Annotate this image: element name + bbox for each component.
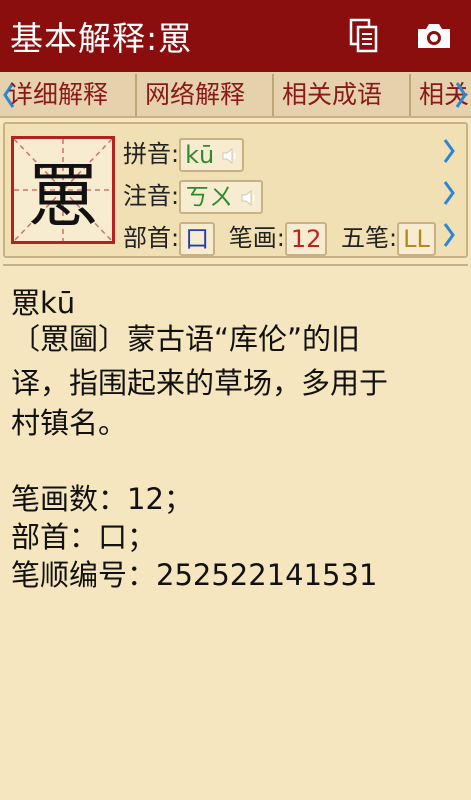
explanation-line: 笔画数：12； bbox=[11, 482, 193, 516]
chevron-right-icon[interactable] bbox=[442, 136, 456, 166]
tab-divider bbox=[135, 74, 137, 116]
tab-idioms[interactable]: 相关成语 bbox=[282, 76, 382, 114]
explanation-panel: 罳kū 〔罳圙〕蒙古语“库伦”的旧 译，指围起来的草场，多用于 村镇名。 笔画数… bbox=[3, 264, 468, 796]
pinyin-value[interactable]: kū bbox=[179, 138, 244, 172]
wubi-label: 五笔: bbox=[341, 224, 398, 252]
tab-detail[interactable]: 详细解释 bbox=[8, 76, 108, 114]
strokes-label: 笔画: bbox=[228, 224, 285, 252]
explanation-line: 部首：口； bbox=[11, 520, 157, 554]
speaker-icon bbox=[222, 147, 236, 165]
character-grid-box: 罳 bbox=[11, 136, 115, 244]
character-glyph: 罳 bbox=[28, 154, 98, 237]
chevron-right-icon[interactable] bbox=[454, 80, 468, 110]
chevron-right-icon[interactable] bbox=[442, 178, 456, 208]
radical-strokes-row: 部首: 口 笔画: 12 五笔: LL bbox=[123, 218, 436, 256]
zhuyin-text: ㄎㄨ bbox=[185, 183, 234, 211]
zhuyin-value[interactable]: ㄎㄨ bbox=[179, 180, 263, 214]
tab-bar: 详细解释 网络解释 相关成语 相关 bbox=[0, 72, 471, 118]
copy-icon[interactable] bbox=[344, 16, 384, 56]
zhuyin-label: 注音: bbox=[123, 182, 180, 210]
pinyin-row: 拼音: kū bbox=[123, 134, 244, 172]
tab-divider bbox=[272, 74, 274, 116]
wubi-value: LL bbox=[397, 222, 436, 256]
strokes-value: 12 bbox=[284, 222, 328, 256]
character-panel: 罳 拼音: kū 注音: ㄎㄨ 部首: 口 笔画: 12 五笔: LL bbox=[3, 122, 468, 258]
radical-value: 口 bbox=[179, 222, 216, 256]
chevron-right-icon[interactable] bbox=[442, 220, 456, 250]
title-bar: 基本解释:罳 bbox=[0, 0, 471, 72]
tab-web[interactable]: 网络解释 bbox=[145, 76, 245, 114]
pinyin-label: 拼音: bbox=[123, 140, 180, 168]
explanation-line: 笔顺编号：252522141531 bbox=[11, 558, 378, 592]
camera-icon[interactable] bbox=[414, 16, 454, 56]
radical-label: 部首: bbox=[123, 224, 180, 252]
speaker-icon bbox=[241, 189, 255, 207]
explanation-line: 译，指围起来的草场，多用于 bbox=[11, 366, 389, 400]
explanation-line: 村镇名。 bbox=[11, 406, 128, 440]
tab-divider bbox=[409, 74, 411, 116]
pinyin-text: kū bbox=[185, 141, 215, 169]
zhuyin-row: 注音: ㄎㄨ bbox=[123, 176, 263, 214]
explanation-line: 〔罳圙〕蒙古语“库伦”的旧 bbox=[11, 322, 361, 356]
page-title: 基本解释:罳 bbox=[10, 19, 193, 58]
